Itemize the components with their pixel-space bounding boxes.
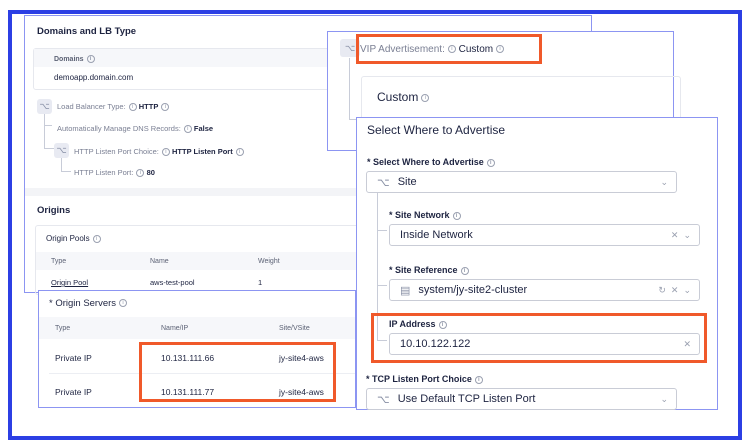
col-header: Name/IP xyxy=(161,325,189,332)
tcp-select[interactable]: ⌥ Use Default TCP Listen Port ⌄ xyxy=(366,388,677,410)
dns-row: Automatically Manage DNS Records: i False xyxy=(57,124,214,134)
network-label: * Site Network i xyxy=(389,210,461,220)
tcp-label: * TCP Listen Port Choice i xyxy=(366,374,483,384)
lb-type-row: Load Balancer Type: i HTTP i xyxy=(57,102,170,112)
branch-icon: ⌥ xyxy=(377,393,390,406)
branch-icon: ⌥ xyxy=(37,99,52,114)
origins-title: Origins xyxy=(37,205,71,216)
clear-chevron-icons[interactable]: ✕ ⌄ xyxy=(671,230,691,241)
refresh-clear-chevron-icons[interactable]: ↻ ✕ ⌄ xyxy=(658,285,691,296)
custom-title: Custom i xyxy=(377,90,430,104)
where-select[interactable]: ⌥ Site ⌄ xyxy=(366,171,677,193)
col-header: Site/VSite xyxy=(279,325,310,332)
section-title: Domains and LB Type xyxy=(37,26,137,37)
domain-value: demoapp.domain.com xyxy=(54,73,134,82)
chevron-down-icon: ⌄ xyxy=(660,176,668,187)
pool-name: aws-test-pool xyxy=(150,278,195,287)
port-choice-row: HTTP Listen Port Choice: i HTTP Listen Po… xyxy=(74,147,244,157)
port-row: HTTP Listen Port: i 80 xyxy=(74,168,155,178)
document-icon: ▤ xyxy=(400,284,411,297)
ref-select[interactable]: ▤ system/jy-site2-cluster ↻ ✕ ⌄ xyxy=(389,279,700,301)
where-label: * Select Where to Advertise i xyxy=(367,157,495,167)
advertise-panel: Select Where to Advertise * Select Where… xyxy=(356,117,718,410)
info-icon: i xyxy=(86,55,95,63)
advertise-title: Select Where to Advertise xyxy=(367,123,506,137)
server-type: Private IP xyxy=(55,353,92,363)
server-type: Private IP xyxy=(55,387,92,397)
col-header: Type xyxy=(55,325,71,332)
origin-servers-title: * Origin Servers i xyxy=(49,298,128,309)
pool-weight: 1 xyxy=(258,278,263,287)
branch-icon: ⌥ xyxy=(377,176,390,189)
domains-label: Domains i xyxy=(54,55,95,63)
chevron-down-icon: ⌄ xyxy=(660,393,668,404)
network-select[interactable]: Inside Network ✕ ⌄ xyxy=(389,224,700,246)
col-header: Name xyxy=(150,258,169,265)
origin-pool-link[interactable]: Origin Pool xyxy=(51,278,88,287)
ip-highlight xyxy=(371,313,707,363)
vip-highlight xyxy=(356,34,542,64)
ref-label: * Site Reference i xyxy=(389,265,469,275)
col-header: Type xyxy=(51,258,67,265)
branch-icon: ⌥ xyxy=(54,143,69,158)
servers-highlight xyxy=(139,342,336,402)
col-header: Weight xyxy=(258,258,280,265)
origin-pools-label: Origin Pools i xyxy=(46,234,101,243)
